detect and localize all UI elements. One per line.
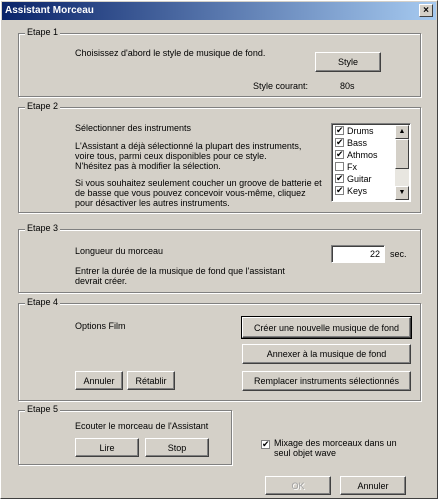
- current-style-label: Style courant:: [253, 81, 309, 91]
- instrument-item[interactable]: ✔ Drums: [335, 125, 374, 137]
- replace-instruments-button[interactable]: Remplacer instruments sélectionnés: [242, 371, 411, 391]
- step4-legend: Etape 4: [25, 297, 61, 307]
- length-label: Longueur du morceau: [75, 246, 164, 256]
- current-style-value: 80s: [340, 81, 355, 91]
- stop-button[interactable]: Stop: [145, 438, 209, 457]
- checkbox-icon[interactable]: ✔: [335, 126, 344, 136]
- mix-label-line2: seul objet wave: [274, 448, 337, 458]
- checkbox-icon[interactable]: ✔: [335, 186, 344, 196]
- instrument-list-scrollbar[interactable]: ▲ ▼: [395, 125, 409, 200]
- film-options-label: Options Film: [75, 321, 126, 331]
- assistant-window: Assistant Morceau × Etape 1 Choisissez d…: [0, 0, 438, 499]
- length-unit: sec.: [390, 249, 407, 259]
- step5-legend: Etape 5: [25, 404, 61, 414]
- checkbox-icon[interactable]: ✔: [335, 150, 344, 160]
- instrument-label: Fx: [347, 162, 357, 172]
- append-background-button[interactable]: Annexer à la musique de fond: [242, 344, 411, 364]
- step2-group: Etape 2 Sélectionner des instruments L'A…: [18, 101, 421, 213]
- cancel-button[interactable]: Annuler: [340, 476, 406, 495]
- instrument-item[interactable]: ✔ Keys: [335, 185, 367, 197]
- step4-group: Etape 4 Options Film Créer une nouvelle …: [18, 297, 421, 401]
- checkbox-icon[interactable]: ✔: [335, 138, 344, 148]
- step2-heading: Sélectionner des instruments: [75, 123, 192, 133]
- step3-legend: Etape 3: [25, 223, 61, 233]
- instrument-item[interactable]: ✔ Athmos: [335, 149, 378, 161]
- step2-para1-line3: N'hésitez pas à modifier la sélection.: [75, 161, 221, 171]
- instrument-label: Bass: [347, 138, 368, 148]
- instrument-label: Guitar: [347, 174, 372, 184]
- instrument-item[interactable]: ✔ Bass: [335, 137, 367, 149]
- step2-para2-line3: pour désactiver les autres instruments.: [75, 198, 230, 208]
- close-icon[interactable]: ×: [419, 4, 433, 17]
- instrument-label: Drums: [347, 126, 374, 136]
- instrument-label: Keys: [347, 186, 368, 196]
- scroll-down-icon[interactable]: ▼: [395, 186, 409, 200]
- step2-legend: Etape 2: [25, 101, 61, 111]
- length-input[interactable]: 22: [331, 245, 385, 263]
- ok-button[interactable]: OK: [265, 476, 331, 495]
- step3-hint-line2: devrait créer.: [75, 276, 128, 286]
- scroll-thumb[interactable]: [395, 139, 409, 169]
- instrument-label: Athmos: [347, 150, 378, 160]
- window-title: Assistant Morceau: [5, 5, 94, 16]
- step1-group: Etape 1 Choisissez d'abord le style de m…: [18, 27, 421, 97]
- play-button[interactable]: Lire: [75, 438, 139, 457]
- style-button[interactable]: Style: [315, 52, 381, 72]
- instrument-item[interactable]: ✔ Guitar: [335, 173, 372, 185]
- redo-button[interactable]: Rétablir: [127, 371, 175, 390]
- listen-label: Ecouter le morceau de l'Assistant: [75, 421, 209, 431]
- step1-legend: Etape 1: [25, 27, 61, 37]
- check-icon[interactable]: ✔: [261, 440, 270, 449]
- title-bar: Assistant Morceau ×: [2, 2, 436, 20]
- instrument-list[interactable]: ✔ Drums ✔ Bass ✔ Athmos Fx ✔ Guitar ✔ Keys ▲ ▼: [331, 123, 411, 202]
- step3-group: Etape 3 Longueur du morceau 22 sec. Entr…: [18, 223, 421, 293]
- undo-button[interactable]: Annuler: [75, 371, 123, 390]
- create-background-button[interactable]: Créer une nouvelle musique de fond: [241, 316, 412, 339]
- scroll-up-icon[interactable]: ▲: [395, 125, 409, 139]
- instrument-item[interactable]: Fx: [335, 161, 357, 173]
- checkbox-icon[interactable]: [335, 162, 344, 172]
- checkbox-icon[interactable]: ✔: [335, 174, 344, 184]
- step1-instruction: Choisissez d'abord le style de musique d…: [75, 48, 266, 58]
- mix-checkbox[interactable]: ✔ Mixage des morceaux dans un seul objet…: [261, 438, 421, 462]
- step5-group: Etape 5 Ecouter le morceau de l'Assistan…: [18, 404, 232, 465]
